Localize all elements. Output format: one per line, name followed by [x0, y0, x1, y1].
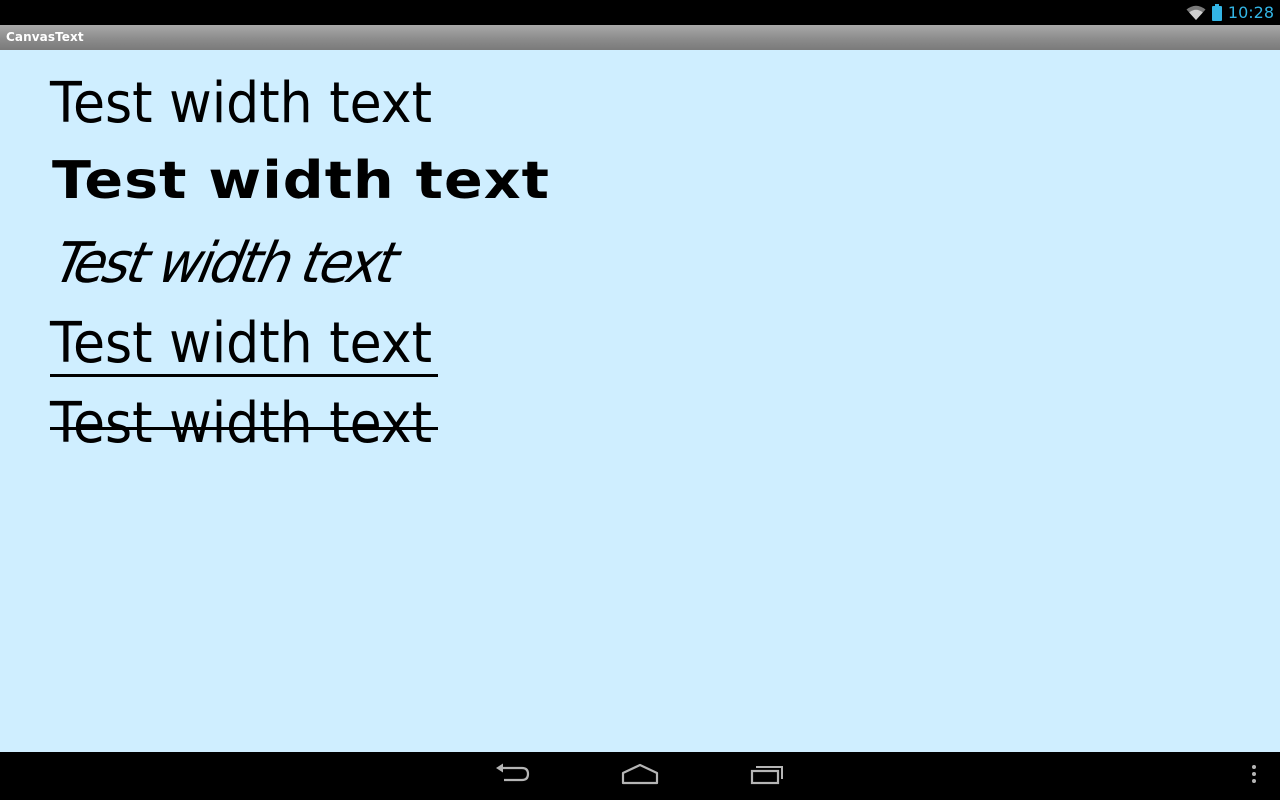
app-title: CanvasText: [6, 30, 84, 44]
back-button[interactable]: [472, 752, 552, 800]
back-icon: [494, 762, 530, 790]
title-bar: CanvasText: [0, 25, 1280, 50]
status-icons: 10:28: [1186, 0, 1274, 25]
home-icon: [621, 763, 659, 789]
underline-decoration: [50, 374, 438, 377]
navigation-bar: [0, 752, 1280, 800]
text-line-normal: Test width text: [50, 71, 433, 136]
text-line-strikethrough: Test width text: [50, 391, 433, 456]
overflow-menu-icon: [1251, 764, 1257, 788]
text-line-skewed: Test width text: [42, 231, 409, 296]
recents-button[interactable]: [728, 752, 808, 800]
screen: 10:28 CanvasText Test width text Test wi…: [0, 0, 1280, 800]
wifi-icon: [1186, 5, 1206, 21]
battery-icon: [1211, 4, 1222, 21]
status-bar: 10:28: [0, 0, 1280, 25]
text-line-underline: Test width text: [50, 311, 433, 376]
status-time: 10:28: [1227, 3, 1274, 22]
text-line-bold-wide: Test width text: [52, 150, 550, 211]
recents-icon: [750, 763, 786, 789]
home-button[interactable]: [600, 752, 680, 800]
strikethrough-decoration: [50, 427, 438, 430]
overflow-menu-button[interactable]: [1230, 752, 1278, 800]
canvas-view: Test width text Test width text Test wid…: [0, 50, 1280, 752]
